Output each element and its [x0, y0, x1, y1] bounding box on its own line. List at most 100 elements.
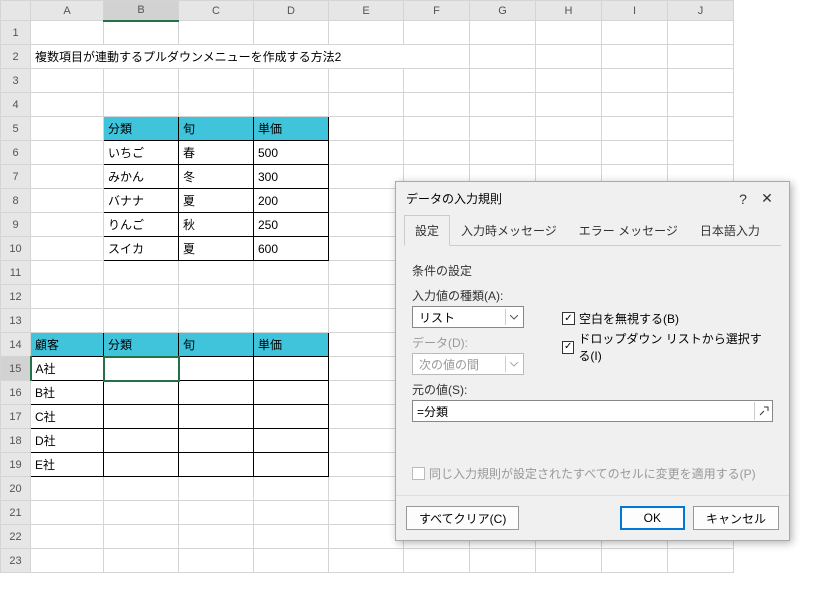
source-label: 元の値(S):: [412, 381, 773, 398]
data-validation-dialog: データの入力規則 ? ✕ 設定 入力時メッセージ エラー メッセージ 日本語入力…: [395, 181, 790, 541]
cell[interactable]: 単価: [254, 333, 329, 357]
cell[interactable]: バナナ: [104, 189, 179, 213]
row-header[interactable]: 10: [1, 237, 31, 261]
row-header[interactable]: 20: [1, 477, 31, 501]
row-header[interactable]: 12: [1, 285, 31, 309]
row-header[interactable]: 14: [1, 333, 31, 357]
allow-select[interactable]: リスト: [412, 306, 524, 328]
row-header[interactable]: 21: [1, 501, 31, 525]
cell[interactable]: [179, 453, 254, 477]
row-header[interactable]: 9: [1, 213, 31, 237]
row-header[interactable]: 5: [1, 117, 31, 141]
cell[interactable]: [254, 357, 329, 381]
cell[interactable]: [104, 381, 179, 405]
cell[interactable]: 夏: [179, 189, 254, 213]
col-header[interactable]: C: [179, 1, 254, 21]
cell[interactable]: りんご: [104, 213, 179, 237]
cell[interactable]: [254, 453, 329, 477]
cell[interactable]: 単価: [254, 117, 329, 141]
cell[interactable]: 200: [254, 189, 329, 213]
cell[interactable]: 春: [179, 141, 254, 165]
tab-input-message[interactable]: 入力時メッセージ: [450, 215, 568, 245]
col-header[interactable]: D: [254, 1, 329, 21]
help-icon[interactable]: ?: [731, 191, 755, 207]
row-header[interactable]: 1: [1, 21, 31, 45]
col-header[interactable]: G: [470, 1, 536, 21]
col-header[interactable]: I: [602, 1, 668, 21]
cell[interactable]: [179, 429, 254, 453]
row-header[interactable]: 13: [1, 309, 31, 333]
cell[interactable]: [179, 357, 254, 381]
cancel-button[interactable]: キャンセル: [693, 506, 779, 530]
chevron-down-icon: [505, 356, 521, 372]
cell[interactable]: D社: [31, 429, 104, 453]
row-header[interactable]: 18: [1, 429, 31, 453]
cell[interactable]: C社: [31, 405, 104, 429]
cell[interactable]: 500: [254, 141, 329, 165]
col-header[interactable]: E: [329, 1, 404, 21]
cell[interactable]: A社: [31, 357, 104, 381]
cell[interactable]: 分類: [104, 117, 179, 141]
tab-settings[interactable]: 設定: [404, 215, 450, 246]
col-header[interactable]: A: [31, 1, 104, 21]
row-header[interactable]: 16: [1, 381, 31, 405]
cell[interactable]: [179, 381, 254, 405]
col-header[interactable]: F: [404, 1, 470, 21]
tab-ime[interactable]: 日本語入力: [689, 215, 771, 245]
row-header[interactable]: 2: [1, 45, 31, 69]
cell[interactable]: 旬: [179, 117, 254, 141]
row-header[interactable]: 22: [1, 525, 31, 549]
row-header[interactable]: 7: [1, 165, 31, 189]
cell[interactable]: 300: [254, 165, 329, 189]
dropdown-checkbox[interactable]: ✓ドロップダウン リストから選択する(I): [562, 330, 773, 364]
clear-all-button[interactable]: すべてクリア(C): [406, 506, 519, 530]
select-all[interactable]: [1, 1, 31, 21]
cell[interactable]: E社: [31, 453, 104, 477]
ok-button[interactable]: OK: [620, 506, 685, 530]
ignore-blank-checkbox[interactable]: ✓空白を無視する(B): [562, 310, 773, 327]
dialog-titlebar[interactable]: データの入力規則 ? ✕: [396, 182, 789, 215]
cell[interactable]: 冬: [179, 165, 254, 189]
cell[interactable]: みかん: [104, 165, 179, 189]
cell[interactable]: [254, 429, 329, 453]
cell[interactable]: B社: [31, 381, 104, 405]
row-header[interactable]: 17: [1, 405, 31, 429]
tab-error-alert[interactable]: エラー メッセージ: [568, 215, 689, 245]
cell[interactable]: 旬: [179, 333, 254, 357]
row-header[interactable]: 15: [1, 357, 31, 381]
cell[interactable]: [179, 405, 254, 429]
row-header[interactable]: 23: [1, 549, 31, 573]
cell[interactable]: [254, 381, 329, 405]
active-cell[interactable]: [104, 357, 179, 381]
row-header[interactable]: 4: [1, 93, 31, 117]
close-icon[interactable]: ✕: [755, 190, 779, 207]
cell[interactable]: [104, 453, 179, 477]
cell[interactable]: [254, 405, 329, 429]
row-header[interactable]: 11: [1, 261, 31, 285]
row-header[interactable]: 8: [1, 189, 31, 213]
cell[interactable]: [104, 429, 179, 453]
cell[interactable]: 夏: [179, 237, 254, 261]
allow-label: 入力値の種類(A):: [412, 287, 544, 304]
title-cell[interactable]: 複数項目が連動するプルダウンメニューを作成する方法2: [31, 45, 470, 69]
col-header[interactable]: H: [536, 1, 602, 21]
data-select: 次の値の間: [412, 353, 524, 375]
source-input-wrap: [412, 400, 773, 422]
cell[interactable]: いちご: [104, 141, 179, 165]
col-header[interactable]: J: [668, 1, 734, 21]
row-header[interactable]: 6: [1, 141, 31, 165]
cell[interactable]: [104, 405, 179, 429]
source-input[interactable]: [413, 404, 754, 418]
row-header[interactable]: 3: [1, 69, 31, 93]
row-header[interactable]: 19: [1, 453, 31, 477]
col-header[interactable]: B: [104, 1, 179, 21]
dialog-tabs: 設定 入力時メッセージ エラー メッセージ 日本語入力: [404, 215, 781, 246]
cell[interactable]: 分類: [104, 333, 179, 357]
cell[interactable]: 250: [254, 213, 329, 237]
cell[interactable]: 顧客: [31, 333, 104, 357]
chevron-down-icon: [505, 309, 521, 325]
cell[interactable]: スイカ: [104, 237, 179, 261]
cell[interactable]: 秋: [179, 213, 254, 237]
range-picker-icon[interactable]: [754, 402, 772, 420]
cell[interactable]: 600: [254, 237, 329, 261]
